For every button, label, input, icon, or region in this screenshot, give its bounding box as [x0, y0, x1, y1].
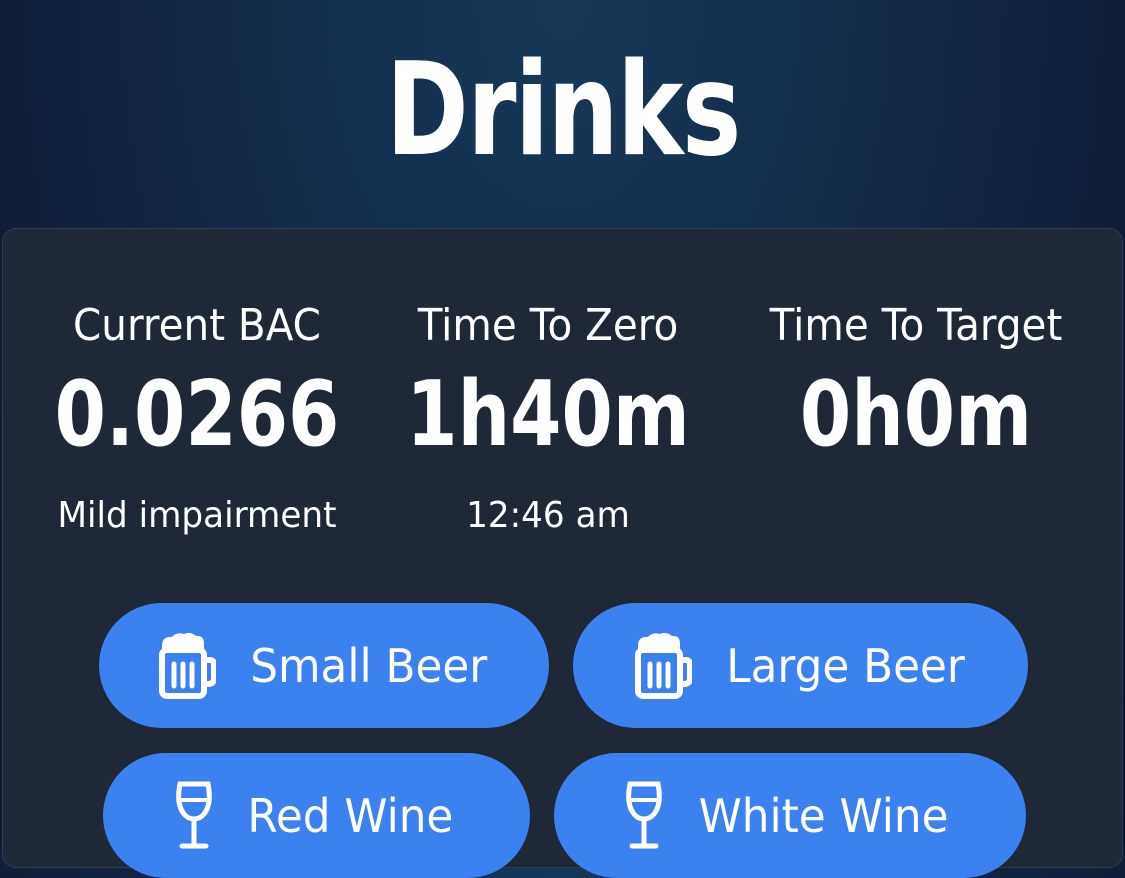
- time-to-target-value: 0h0m: [799, 362, 1033, 467]
- time-to-target-label: Time To Target: [769, 300, 1063, 351]
- large-beer-button[interactable]: Large Beer: [573, 603, 1028, 728]
- small-beer-button[interactable]: Small Beer: [99, 603, 549, 728]
- page-title: Drinks: [385, 35, 741, 185]
- current-bac-stat: Current BAC 0.0266 Mild impairment: [17, 304, 377, 534]
- time-to-zero-stat: Time To Zero 1h40m 12:46 am: [368, 304, 728, 534]
- small-beer-label: Small Beer: [250, 638, 488, 693]
- large-beer-label: Large Beer: [726, 638, 965, 693]
- beer-mug-icon: [630, 632, 692, 700]
- time-to-zero-value: 1h40m: [406, 362, 690, 467]
- sober-time: 12:46 am: [466, 495, 630, 536]
- red-wine-label: Red Wine: [247, 788, 454, 843]
- header: Drinks: [0, 0, 1125, 230]
- time-to-target-stat: Time To Target 0h0m: [736, 304, 1096, 498]
- white-wine-label: White Wine: [699, 788, 949, 843]
- current-bac-value: 0.0266: [54, 362, 340, 467]
- drinks-panel: Current BAC 0.0266 Mild impairment Time …: [2, 228, 1123, 878]
- wine-glass-icon: [624, 780, 664, 852]
- white-wine-button[interactable]: White Wine: [554, 753, 1026, 878]
- time-to-zero-label: Time To Zero: [417, 300, 679, 351]
- current-bac-label: Current BAC: [73, 300, 321, 351]
- red-wine-button[interactable]: Red Wine: [103, 753, 530, 878]
- beer-mug-icon: [154, 632, 217, 700]
- impairment-status: Mild impairment: [57, 495, 337, 536]
- wine-glass-icon: [174, 780, 214, 852]
